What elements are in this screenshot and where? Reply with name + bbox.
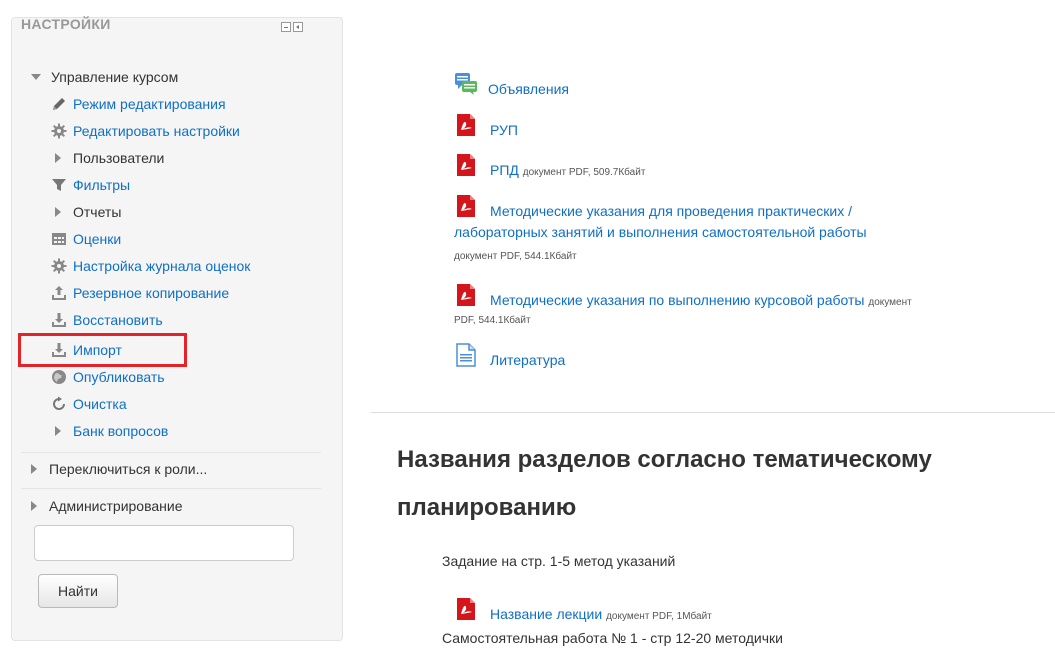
divider <box>21 488 321 489</box>
course-admin-node[interactable]: Управление курсом <box>31 67 178 87</box>
administration-node[interactable]: Администрирование <box>31 496 183 516</box>
settings-block-title: НАСТРОЙКИ <box>21 16 111 32</box>
resource-practical-guide-meta: документ PDF, 544.1Кбайт <box>454 242 577 269</box>
resource-link[interactable]: Методические указания для проведения пра… <box>490 203 852 219</box>
expand-arrow-icon <box>31 464 37 474</box>
resource-meta: документ PDF, 544.1Кбайт <box>454 251 577 262</box>
resource-link[interactable]: РУП <box>490 122 518 138</box>
switch-role-label: Переключиться к роли... <box>49 461 208 477</box>
expand-arrow-icon <box>55 207 61 217</box>
sidebar-item-edit-settings[interactable]: Редактировать настройки <box>51 121 240 141</box>
resource-link[interactable]: Название лекции <box>490 606 602 622</box>
sidebar-item-label: Восстановить <box>73 312 163 328</box>
sidebar-item-publish[interactable]: Опубликовать <box>51 367 165 387</box>
resource-meta: PDF, 544.1Кбайт <box>454 315 531 326</box>
sidebar-item-restore[interactable]: Восстановить <box>51 310 163 330</box>
sidebar-item-label: Резервное копирование <box>73 285 230 301</box>
sidebar-item-question-bank[interactable]: Банк вопросов <box>55 421 168 441</box>
page-icon <box>454 343 478 367</box>
dock-icon[interactable] <box>293 22 303 32</box>
sidebar-item-label: Фильтры <box>73 177 131 193</box>
resource-link[interactable]: лабораторных занятий и выполнения самост… <box>454 224 867 240</box>
section-divider <box>371 412 1055 413</box>
sidebar-item-users[interactable]: Пользователи <box>55 148 164 168</box>
resource-meta: документ PDF, 509.7Кбайт <box>522 167 646 178</box>
switch-role-node[interactable]: Переключиться к роли... <box>31 459 207 479</box>
pdf-icon <box>454 153 478 177</box>
gradebook-icon <box>51 231 67 247</box>
minimize-icon[interactable] <box>281 22 291 32</box>
pdf-icon <box>454 597 478 621</box>
course-admin-label: Управление курсом <box>51 69 179 85</box>
resource-link[interactable]: Объявления <box>488 81 569 97</box>
download-icon <box>51 312 67 328</box>
resource-link[interactable]: РПД <box>490 162 519 178</box>
sidebar-item-gradebook-setup[interactable]: Настройка журнала оценок <box>51 256 250 276</box>
search-button[interactable]: Найти <box>38 574 118 608</box>
sidebar-item-label: Банк вопросов <box>73 423 169 439</box>
section-task-text: Задание на стр. 1-5 метод указаний <box>442 553 676 569</box>
globe-icon <box>51 369 67 385</box>
download-icon <box>51 342 67 358</box>
settings-search-input[interactable] <box>34 525 294 561</box>
resource-rpd[interactable]: РПД документ PDF, 509.7Кбайт <box>454 153 645 185</box>
section-selfwork-text: Самостоятельная работа № 1 - стр 12-20 м… <box>442 630 783 646</box>
sidebar-item-label: Импорт <box>73 342 122 358</box>
sidebar-item-label: Очистка <box>73 396 127 412</box>
refresh-icon <box>51 396 67 412</box>
sidebar-item-label: Редактировать настройки <box>73 123 240 139</box>
administration-label: Администрирование <box>49 498 183 514</box>
forum-icon <box>454 72 478 96</box>
sidebar-item-label: Опубликовать <box>73 369 165 385</box>
section-title: Названия разделов согласно тематическому… <box>397 446 932 521</box>
gear-icon <box>51 123 67 139</box>
expand-arrow-icon <box>31 501 37 511</box>
sidebar-item-label: Режим редактирования <box>73 96 226 112</box>
sidebar-item-grades[interactable]: Оценки <box>51 229 121 249</box>
sidebar-item-label: Пользователи <box>73 150 165 166</box>
expand-arrow-icon <box>55 153 61 163</box>
filter-icon <box>51 177 67 193</box>
resource-practical-guide[interactable]: Методические указания для проведения пра… <box>454 194 852 223</box>
pdf-icon <box>454 283 478 307</box>
sidebar-item-label: Отчеты <box>73 204 122 220</box>
divider <box>21 452 321 453</box>
sidebar-item-backup[interactable]: Резервное копирование <box>51 283 229 303</box>
sidebar-item-reports[interactable]: Отчеты <box>55 202 121 222</box>
sidebar-item-label: Настройка журнала оценок <box>73 258 251 274</box>
gear-icon <box>51 258 67 274</box>
block-controls <box>281 22 303 32</box>
resource-link[interactable]: Литература <box>490 352 565 368</box>
resource-link[interactable]: Методические указания по выполнению курс… <box>490 292 864 308</box>
sidebar-item-reset[interactable]: Очистка <box>51 394 127 414</box>
resource-meta: документ <box>868 297 912 308</box>
pdf-icon <box>454 194 478 218</box>
resource-rup[interactable]: РУП <box>454 113 518 142</box>
sidebar-item-import[interactable]: Импорт <box>51 340 122 360</box>
sidebar-item-filters[interactable]: Фильтры <box>51 175 130 195</box>
sidebar-item-edit-mode[interactable]: Режим редактирования <box>51 94 226 114</box>
expand-arrow-icon <box>55 426 61 436</box>
page: НАСТРОЙКИ Управление курсом Режим редакт… <box>0 0 1055 653</box>
resource-coursework-guide-meta: PDF, 544.1Кбайт <box>454 306 531 333</box>
collapse-arrow-icon <box>31 74 41 80</box>
sidebar-item-label: Оценки <box>73 231 122 247</box>
resource-announcements[interactable]: Объявления <box>454 72 569 101</box>
upload-icon <box>51 285 67 301</box>
resource-meta: документ PDF, 1Мбайт <box>606 611 712 622</box>
resource-lecture[interactable]: Название лекции документ PDF, 1Мбайт <box>454 597 712 629</box>
resource-practical-guide-line2[interactable]: лабораторных занятий и выполнения самост… <box>454 220 867 244</box>
resource-literature[interactable]: Литература <box>454 343 565 372</box>
pdf-icon <box>454 113 478 137</box>
pencil-icon <box>51 96 67 112</box>
